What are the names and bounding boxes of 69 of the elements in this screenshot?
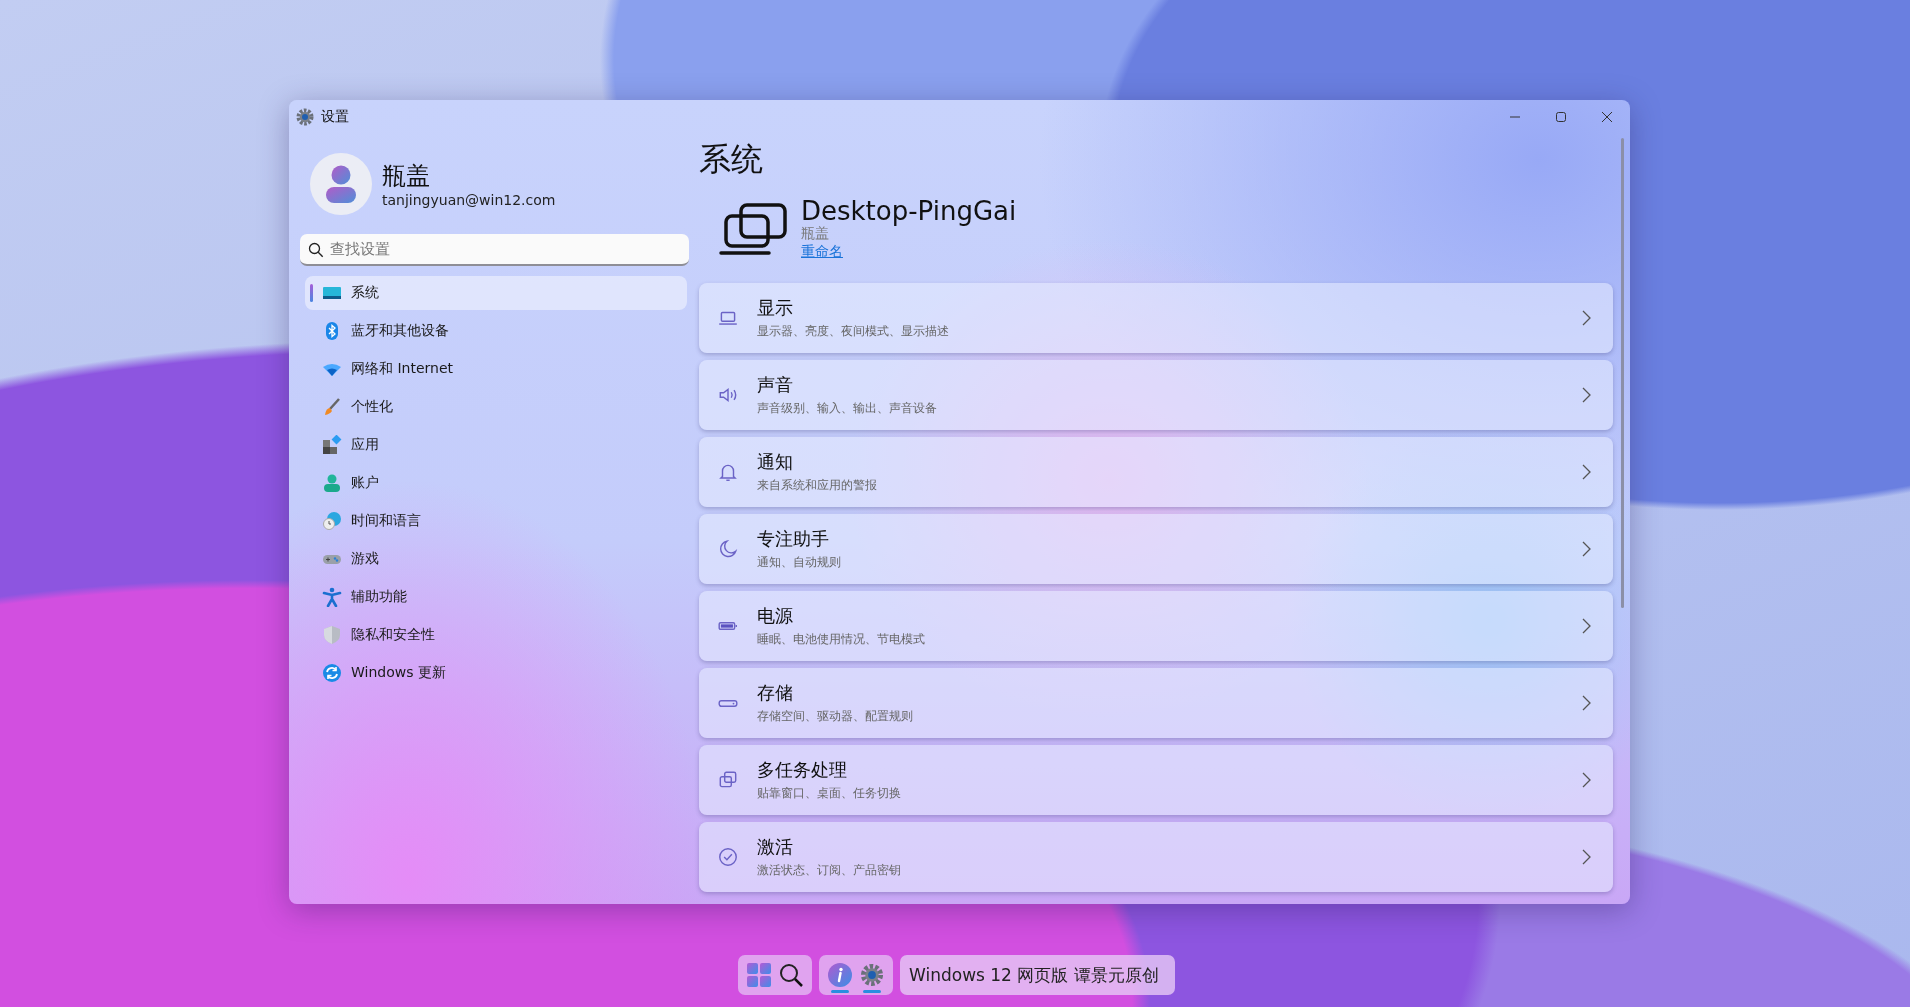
sidebar-item[interactable]: 账户 <box>305 466 687 500</box>
card-title: 声音 <box>757 373 794 398</box>
page-title: 系统 <box>699 139 764 180</box>
sidebar-item[interactable]: 网络和 Internet <box>305 352 687 386</box>
taskbar-label: Windows 12 网页版 谭景元原创 <box>900 955 1175 995</box>
sidebar-item[interactable]: 系统 <box>305 276 687 310</box>
user-email: tanjingyuan@win12.com <box>382 192 556 208</box>
accessibility-icon <box>322 587 342 607</box>
card-description: 激活状态、订阅、产品密钥 <box>757 862 902 880</box>
window-title: 设置 <box>321 108 349 126</box>
card-description: 来自系统和应用的警报 <box>757 477 878 495</box>
sidebar-item[interactable]: 隐私和安全性 <box>305 618 687 652</box>
sidebar-item[interactable]: 游戏 <box>305 542 687 576</box>
card-description: 显示器、亮度、夜间模式、显示描述 <box>757 323 950 341</box>
shield-icon <box>322 625 342 645</box>
card-description: 声音级别、输入、输出、声音设备 <box>757 400 938 418</box>
gear-icon <box>859 961 885 988</box>
refresh-icon <box>322 663 342 683</box>
chevron-right-icon <box>1581 310 1591 327</box>
chevron-right-icon <box>1581 464 1591 481</box>
chevron-right-icon <box>1581 541 1591 558</box>
card-title: 电源 <box>757 604 794 629</box>
chevron-right-icon <box>1581 849 1591 866</box>
avatar-icon <box>310 153 372 215</box>
chevron-right-icon <box>1581 772 1591 789</box>
sidebar-item[interactable]: 辅助功能 <box>305 580 687 614</box>
card-description: 睡眠、电池使用情况、节电模式 <box>757 631 926 649</box>
settings-card[interactable]: 显示 显示器、亮度、夜间模式、显示描述 <box>699 283 1613 354</box>
person-icon <box>322 473 342 493</box>
chevron-right-icon <box>1581 387 1591 404</box>
card-title: 存储 <box>757 681 794 706</box>
card-title: 多任务处理 <box>757 758 848 783</box>
search-field[interactable]: 查找设置 <box>300 234 689 266</box>
settings-card[interactable]: 通知 来自系统和应用的警报 <box>699 437 1613 508</box>
settings-card[interactable]: 激活 激活状态、订阅、产品密钥 <box>699 822 1613 893</box>
settings-card[interactable]: 存储 存储空间、驱动器、配置规则 <box>699 668 1613 739</box>
card-title: 显示 <box>757 296 794 321</box>
sidebar-item[interactable]: 蓝牙和其他设备 <box>305 314 687 348</box>
apps-icon <box>322 435 342 455</box>
devices-icon <box>719 201 789 256</box>
card-description: 通知、自动规则 <box>757 554 842 572</box>
close-icon <box>1601 111 1613 123</box>
check-circle-icon <box>717 846 739 869</box>
globe-clock-icon <box>322 511 342 531</box>
card-description: 贴靠窗口、桌面、任务切换 <box>757 785 902 803</box>
device-owner: 瓶盖 <box>801 226 829 242</box>
card-title: 通知 <box>757 450 794 475</box>
chevron-right-icon <box>1581 618 1591 635</box>
sidebar-item[interactable]: 个性化 <box>305 390 687 424</box>
user-name: 瓶盖 <box>382 161 431 192</box>
brush-icon <box>322 397 342 417</box>
gear-icon <box>295 107 315 127</box>
search-icon[interactable] <box>778 962 804 988</box>
settings-card[interactable]: 声音 声音级别、输入、输出、声音设备 <box>699 360 1613 431</box>
chevron-right-icon <box>1581 695 1591 712</box>
sidebar-item[interactable]: 时间和语言 <box>305 504 687 538</box>
card-description: 存储空间、驱动器、配置规则 <box>757 708 914 726</box>
card-title: 激活 <box>757 835 794 860</box>
info-icon <box>827 961 853 988</box>
maximize-icon <box>1555 111 1567 123</box>
sidebar-item[interactable]: 应用 <box>305 428 687 462</box>
device-name: Desktop-PingGai <box>801 196 1017 226</box>
card-title: 专注助手 <box>757 527 830 552</box>
sidebar-item[interactable]: Windows 更新 <box>305 656 687 690</box>
scrollbar[interactable] <box>1621 138 1624 608</box>
start-icon[interactable] <box>746 962 772 988</box>
settings-card[interactable]: 电源 睡眠、电池使用情况、节电模式 <box>699 591 1613 662</box>
settings-card[interactable]: 多任务处理 贴靠窗口、桌面、任务切换 <box>699 745 1613 816</box>
settings-card[interactable]: 专注助手 通知、自动规则 <box>699 514 1613 585</box>
